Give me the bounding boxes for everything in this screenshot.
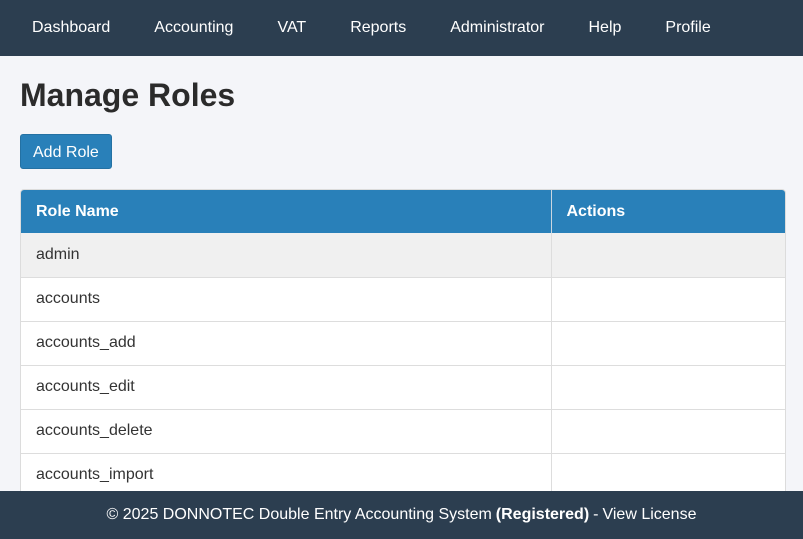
nav-profile[interactable]: Profile [643,0,732,56]
actions-cell [551,233,785,277]
footer-registration-status: (Registered) [495,506,590,523]
table-row: accounts [21,276,785,321]
role-name-cell: accounts [21,276,552,321]
role-name-cell: admin [21,233,552,277]
nav-vat[interactable]: VAT [255,0,328,56]
actions-cell [551,408,785,453]
actions-cell [551,320,785,365]
role-name-cell: accounts_delete [21,408,552,453]
column-header-role-name: Role Name [21,190,552,233]
nav-reports[interactable]: Reports [328,0,428,56]
nav-help[interactable]: Help [566,0,643,56]
role-name-cell: accounts_edit [21,364,552,409]
table-header-row: Role Name Actions [21,190,785,233]
table-row: accounts_add [21,320,785,365]
actions-cell [551,276,785,321]
column-header-actions: Actions [551,190,785,233]
nav-administrator[interactable]: Administrator [428,0,566,56]
footer-copyright: © 2025 DONNOTEC Double Entry Accounting … [106,506,492,523]
role-name-cell: accounts_add [21,320,552,365]
page-title: Manage Roles [20,77,236,113]
footer-separator: - [593,506,599,523]
nav-dashboard[interactable]: Dashboard [10,0,132,56]
top-navbar: Dashboard Accounting VAT Reports Adminis… [0,0,803,56]
view-license-link[interactable]: View License [602,506,696,524]
roles-table-container: Role Name Actions admin accounts account… [20,189,786,498]
add-role-button[interactable]: Add Role [20,134,112,169]
footer: © 2025 DONNOTEC Double Entry Accounting … [0,491,803,539]
table-row: admin [21,233,785,277]
main-content: Manage Roles Add Role Role Name Actions … [0,77,803,498]
table-row: accounts_delete [21,408,785,453]
roles-table: Role Name Actions admin accounts account… [21,190,785,497]
actions-cell [551,364,785,409]
table-row: accounts_edit [21,364,785,409]
nav-accounting[interactable]: Accounting [132,0,255,56]
